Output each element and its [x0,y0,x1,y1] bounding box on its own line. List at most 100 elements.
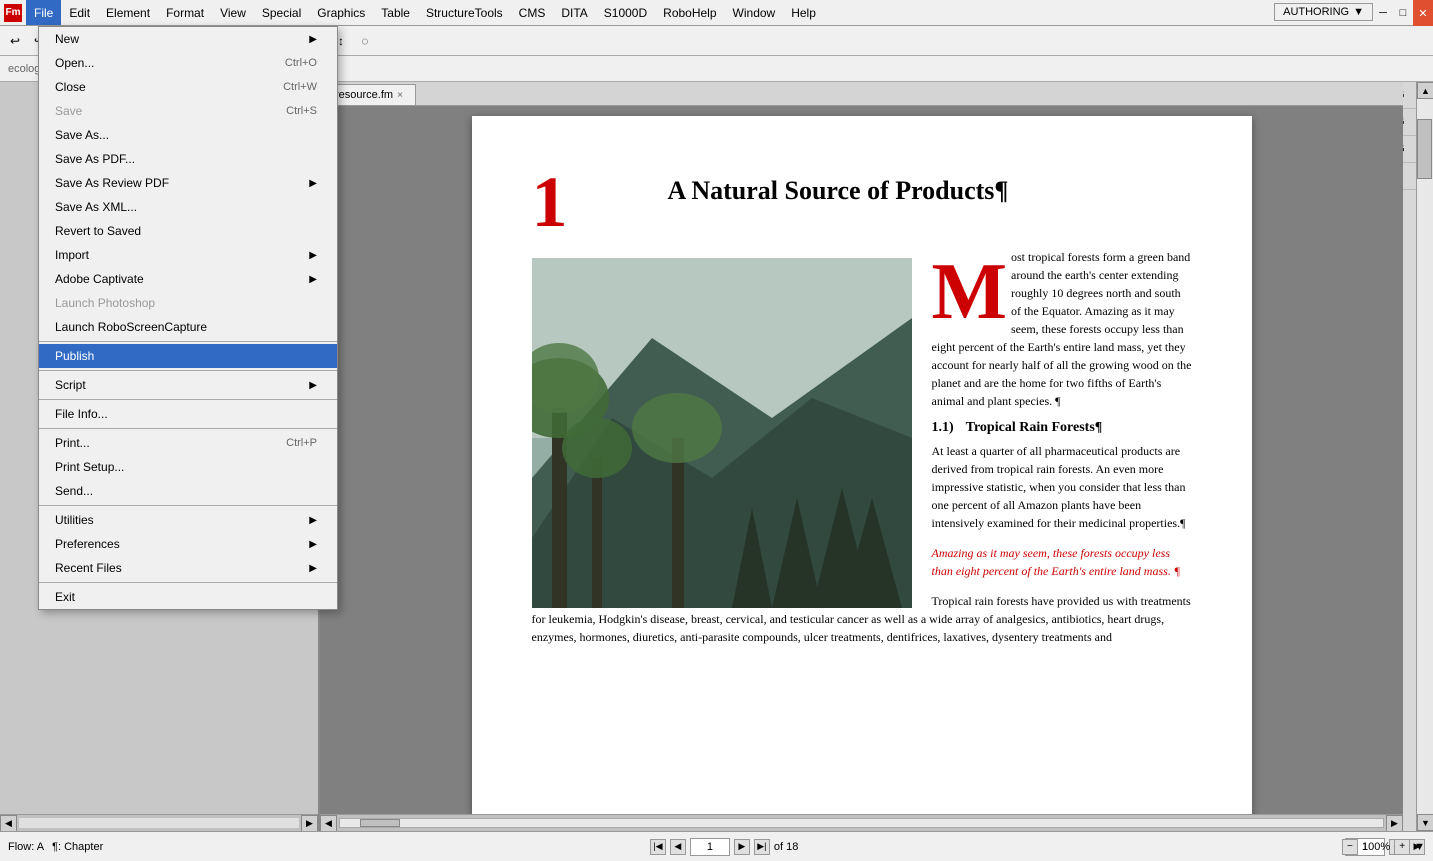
menu-divider-4 [39,428,337,429]
vscroll-track [1417,99,1433,814]
section-heading-text: Tropical Rain Forests¶ [966,420,1103,435]
nav-prev-page[interactable]: ◀ [670,839,686,855]
close-button[interactable]: ✕ [1413,0,1433,26]
file-menu-dropdown: New ▶ Open... Ctrl+O Close Ctrl+W Save C… [38,26,338,610]
preferences-submenu-arrow: ▶ [309,539,317,550]
zoom-dropdown-arrow: ▼ [1414,841,1425,853]
menu-save-as[interactable]: Save As... [39,123,337,147]
menu-import[interactable]: Import ▶ [39,243,337,267]
maximize-button[interactable]: □ [1393,0,1413,26]
menu-exit[interactable]: Exit [39,585,337,609]
menu-divider-5 [39,505,337,506]
page-navigation: |◀ ◀ ▶ ▶| of 18 [650,838,798,856]
page-total: of 18 [774,841,798,853]
para-label: ¶: Chapter [52,841,103,853]
menu-save-review-pdf[interactable]: Save As Review PDF ▶ [39,171,337,195]
new-submenu-arrow: ▶ [309,34,317,45]
menu-divider-1 [39,341,337,342]
chapter-number: 1 [532,166,568,238]
menu-structuretools[interactable]: StructureTools [418,0,511,25]
menu-recent-files[interactable]: Recent Files ▶ [39,556,337,580]
menu-divider-2 [39,370,337,371]
menu-bar: Fm File Edit Element Format View Special… [0,0,1433,26]
zoom-level: 100% [1362,841,1390,853]
hscroll-left-btn[interactable]: ◀ [320,815,337,832]
panel-hscroll-track [19,818,299,828]
flow-label: Flow: A [8,841,44,853]
menu-edit[interactable]: Edit [61,0,98,25]
save-review-submenu-arrow: ▶ [309,178,317,189]
menu-robohelp[interactable]: RoboHelp [655,0,724,25]
menu-preferences[interactable]: Preferences ▶ [39,532,337,556]
authoring-button[interactable]: AUTHORING ▼ [1274,3,1373,21]
menu-save-xml[interactable]: Save As XML... [39,195,337,219]
toolbar-btn-1[interactable]: ↩ [4,30,26,52]
menu-s1000d[interactable]: S1000D [596,0,655,25]
doc-tab-close[interactable]: × [397,90,403,101]
panel-scroll-left[interactable]: ◀ [0,815,17,832]
script-submenu-arrow: ▶ [309,380,317,391]
chapter-header: 1 A Natural Source of Products¶ [532,166,1192,238]
vscroll-up-btn[interactable]: ▲ [1417,82,1433,99]
hscroll-right-btn[interactable]: ▶ [1386,815,1403,832]
chapter-title: A Natural Source of Products¶ [668,176,1009,206]
zoom-control: − 100% + ▼ [1342,839,1425,855]
menu-special[interactable]: Special [254,0,309,25]
utilities-submenu-arrow: ▶ [309,515,317,526]
menu-table[interactable]: Table [373,0,418,25]
document-page: 1 A Natural Source of Products¶ [472,116,1252,821]
window-controls: ─ □ ✕ [1373,0,1433,26]
nav-next-page[interactable]: ▶ [734,839,750,855]
menu-open[interactable]: Open... Ctrl+O [39,51,337,75]
horizontal-scrollbar: ◀ ▶ [320,814,1403,831]
minimize-button[interactable]: ─ [1373,0,1393,26]
panel-scrollbar-bottom: ◀ ▶ [0,814,318,831]
menu-send[interactable]: Send... [39,479,337,503]
vscroll-thumb[interactable] [1417,119,1432,179]
menu-view[interactable]: View [212,0,254,25]
menu-launch-robo[interactable]: Launch RoboScreenCapture [39,315,337,339]
menu-save-as-pdf[interactable]: Save As PDF... [39,147,337,171]
menu-file-info[interactable]: File Info... [39,402,337,426]
section-number: 1.1) [932,420,954,435]
tropical-forest-image [532,258,912,608]
import-submenu-arrow: ▶ [309,250,317,261]
menu-help[interactable]: Help [783,0,824,25]
menu-publish[interactable]: Publish [39,344,337,368]
menu-format[interactable]: Format [158,0,212,25]
captivate-submenu-arrow: ▶ [309,274,317,285]
menu-revert[interactable]: Revert to Saved [39,219,337,243]
zoom-out-btn[interactable]: − [1342,839,1358,855]
hscroll-thumb[interactable] [360,819,400,827]
doc-area: resource.fm × 1 A Natural Source of Prod… [320,82,1403,831]
menu-utilities[interactable]: Utilities ▶ [39,508,337,532]
menu-print[interactable]: Print... Ctrl+P [39,431,337,455]
menu-launch-photoshop[interactable]: Launch Photoshop [39,291,337,315]
panel-scroll-right[interactable]: ▶ [301,815,318,832]
recent-files-submenu-arrow: ▶ [309,563,317,574]
menu-new[interactable]: New ▶ [39,27,337,51]
vertical-scrollbar: ▲ ▼ [1416,82,1433,831]
menu-divider-3 [39,399,337,400]
menu-cms[interactable]: CMS [511,0,554,25]
menu-adobe-captivate[interactable]: Adobe Captivate ▶ [39,267,337,291]
nav-first-page[interactable]: |◀ [650,839,666,855]
page-number-input[interactable] [690,838,730,856]
zoom-in-btn[interactable]: + [1394,839,1410,855]
menu-save[interactable]: Save Ctrl+S [39,99,337,123]
status-bar: Flow: A ¶: Chapter |◀ ◀ ▶ ▶| of 18 ◀ ▶ −… [0,831,1433,861]
menu-script[interactable]: Script ▶ [39,373,337,397]
menu-window[interactable]: Window [725,0,784,25]
menu-graphics[interactable]: Graphics [309,0,373,25]
nav-last-page[interactable]: ▶| [754,839,770,855]
menu-file[interactable]: File [26,0,61,25]
fm-logo: Fm [4,4,22,22]
menu-print-setup[interactable]: Print Setup... [39,455,337,479]
drop-cap-letter: M [932,256,1008,328]
menu-divider-6 [39,582,337,583]
menu-close[interactable]: Close Ctrl+W [39,75,337,99]
vscroll-down-btn[interactable]: ▼ [1417,814,1433,831]
toolbar-btn-15[interactable]: ◌ [354,30,376,52]
menu-dita[interactable]: DITA [553,0,595,25]
menu-element[interactable]: Element [98,0,158,25]
